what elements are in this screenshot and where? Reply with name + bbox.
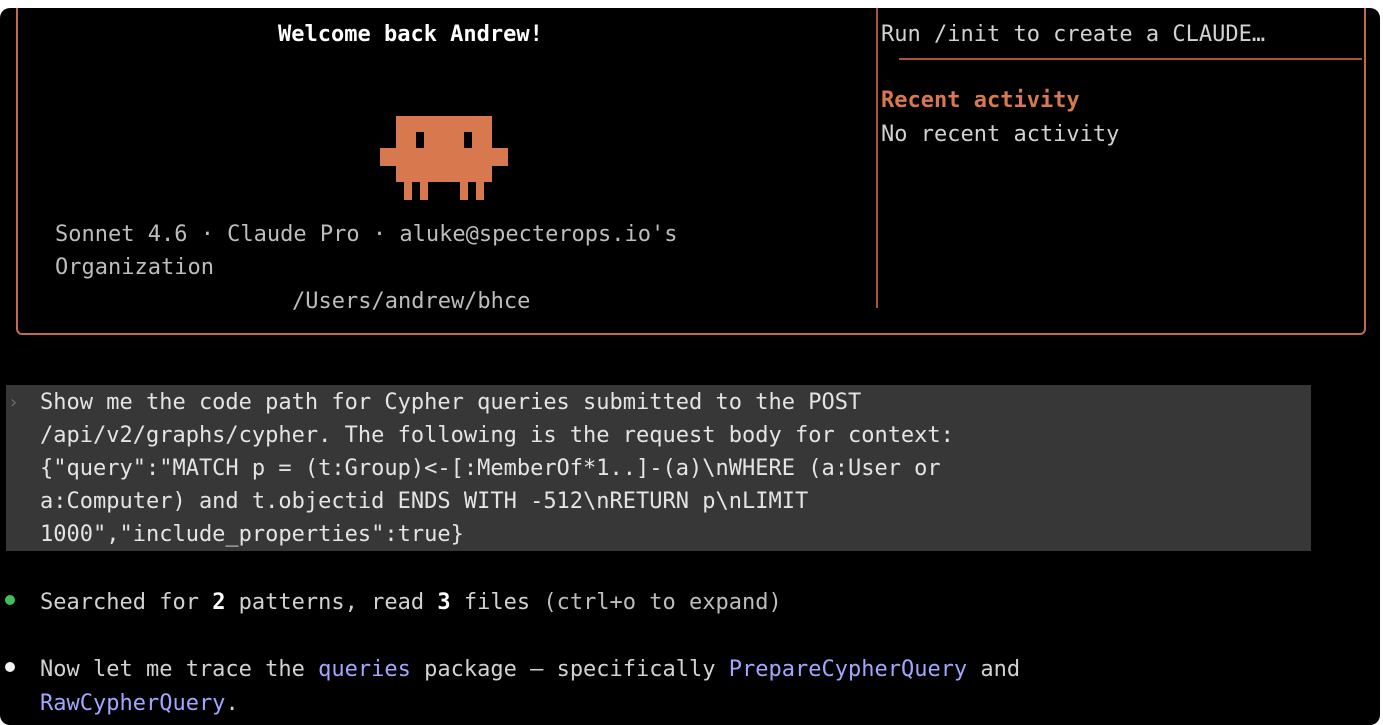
file-count: 3 (437, 590, 451, 615)
search-summary-text: files (450, 590, 544, 615)
message-text: package — specifically (410, 657, 729, 682)
package-name: queries (318, 657, 411, 682)
message-text: and (967, 657, 1021, 682)
pattern-count: 2 (212, 590, 226, 615)
claude-mascot-icon (380, 116, 508, 200)
prompt-caret-icon: › (8, 392, 19, 413)
green-dot-icon (5, 595, 15, 605)
message-text: . (225, 691, 239, 716)
panel-divider-vertical (876, 8, 878, 308)
organization-line: Organization (55, 255, 214, 280)
init-tip: Run /init to create a CLAUDE… (881, 22, 1266, 47)
terminal-window: Welcome back Andrew! Sonnet 4.6 · Claude… (0, 8, 1380, 725)
panel-divider-horizontal (899, 58, 1362, 60)
recent-activity-title: Recent activity (881, 88, 1080, 113)
assistant-message-line: Now let me trace the queries package — s… (40, 654, 1020, 686)
function-name: PrepareCypherQuery (728, 657, 968, 682)
search-summary-text: Searched for (40, 590, 213, 615)
search-summary-text: patterns, read (225, 590, 438, 615)
welcome-panel (16, 8, 1366, 335)
working-directory: /Users/andrew/bhce (292, 289, 531, 314)
search-summary[interactable]: Searched for 2 patterns, read 3 files (c… (40, 587, 782, 619)
prompt-line: a:Computer) and t.objectid ENDS WITH -51… (40, 489, 809, 514)
assistant-message-line: RawCypherQuery. (40, 688, 239, 720)
model-plan-line: Sonnet 4.6 · Claude Pro · aluke@spectero… (55, 222, 678, 247)
expand-hint: (ctrl+o to expand) (543, 590, 782, 615)
prompt-line: 1000","include_properties":true} (40, 522, 464, 547)
prompt-line: {"query":"MATCH p = (t:Group)<-[:MemberO… (40, 456, 941, 481)
prompt-line: Show me the code path for Cypher queries… (40, 390, 862, 415)
welcome-greeting: Welcome back Andrew! (278, 22, 543, 47)
prompt-line: /api/v2/graphs/cypher. The following is … (40, 423, 954, 448)
function-name: RawCypherQuery (40, 691, 226, 716)
message-text: Now let me trace the (40, 657, 319, 682)
recent-activity-text: No recent activity (881, 122, 1120, 147)
white-dot-icon (5, 662, 15, 672)
